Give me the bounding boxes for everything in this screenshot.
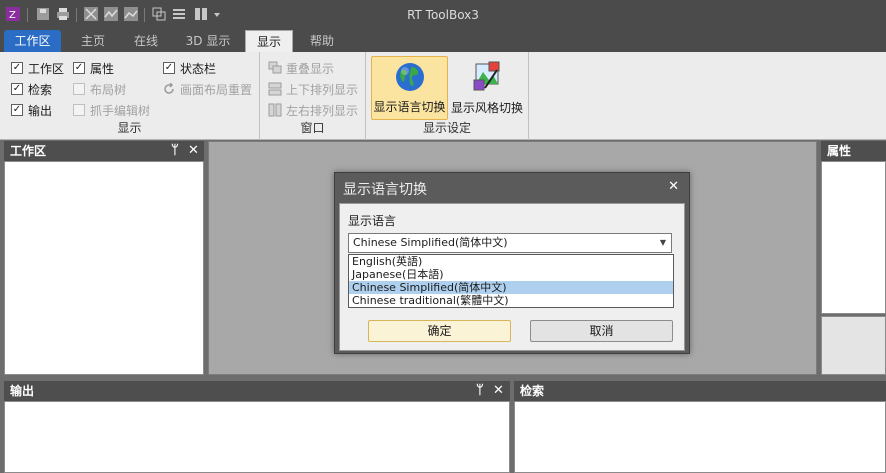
workspace-panel-title: 工作区: [10, 144, 47, 158]
tab-online[interactable]: 在线: [120, 30, 172, 52]
checkbox-statusbar[interactable]: ✓ 状态栏: [163, 60, 216, 76]
refresh-icon: [164, 83, 174, 94]
language-option-chinese-simplified[interactable]: Chinese Simplified(简体中文): [349, 281, 673, 294]
dialog-title: 显示语言切换: [343, 182, 427, 198]
ribbon-group-window: 重叠显示 上下排列显示 左右排列显示 窗口: [260, 52, 366, 140]
checkbox-gripper-tree[interactable]: 抓手编辑树: [73, 102, 150, 118]
ribbon: ✓ 工作区 ✓ 属性 ✓ 状态栏 ✓ 检索 布局树 画面布局重置 ✓ 输出 抓手编辑树 显…: [0, 52, 886, 140]
tile-vertical-icon: [268, 103, 282, 117]
language-label: 显示语言: [348, 214, 397, 228]
properties-panel-body[interactable]: [821, 161, 886, 314]
output-panel-header: 输出 ᛘ ✕: [4, 381, 510, 401]
tab-3d-display[interactable]: 3D 显示: [175, 30, 241, 52]
checkbox-workspace[interactable]: ✓ 工作区: [11, 60, 64, 76]
style-palette-icon: [473, 61, 500, 91]
properties-description-area: [821, 316, 886, 375]
checkbox-output[interactable]: ✓ 输出: [11, 102, 52, 118]
language-switch-button[interactable]: 显示语言切换: [371, 56, 448, 120]
language-select[interactable]: Chinese Simplified(简体中文) ▼: [348, 233, 672, 253]
group-label-display-settings: 显示设定: [422, 121, 471, 135]
dialog-body: 显示语言 Chinese Simplified(简体中文) ▼ English(…: [339, 203, 685, 351]
reset-layout-button[interactable]: 画面布局重置: [163, 81, 252, 97]
tile-horizontal-icon: [268, 82, 282, 96]
output-panel-title: 输出: [10, 384, 35, 398]
close-icon[interactable]: ✕: [188, 141, 199, 161]
globe-icon: [396, 63, 424, 91]
search-panel-body[interactable]: [514, 401, 886, 473]
workspace-panel-header: 工作区 ᛘ ✕: [4, 141, 204, 161]
check-icon: ✓: [163, 62, 175, 74]
ribbon-group-display-settings: 显示语言切换 显示风格切换 显示设定: [366, 52, 529, 140]
language-dropdown-list: English(英語) Japanese(日本語) Chinese Simpli…: [348, 254, 674, 308]
ok-button[interactable]: 确定: [368, 320, 511, 342]
style-switch-button[interactable]: 显示风格切换: [450, 56, 524, 120]
pin-icon[interactable]: ᛘ: [476, 381, 484, 401]
checkbox-properties[interactable]: ✓ 属性: [73, 60, 114, 76]
tab-workspace-file[interactable]: 工作区: [4, 30, 61, 52]
style-switch-label: 显示风格切换: [450, 101, 523, 115]
close-icon[interactable]: ✕: [668, 179, 679, 194]
output-panel-body[interactable]: [4, 401, 510, 473]
ribbon-group-display: ✓ 工作区 ✓ 属性 ✓ 状态栏 ✓ 检索 布局树 画面布局重置 ✓ 输出 抓手编辑树 显…: [0, 52, 260, 140]
language-option-english[interactable]: English(英語): [349, 255, 673, 268]
pin-icon[interactable]: ᛘ: [171, 141, 179, 161]
group-label-display: 显示: [117, 121, 142, 135]
search-panel-title: 检索: [520, 384, 545, 398]
search-panel-header: 检索: [514, 381, 886, 401]
title-bar: Z RT ToolBox3: [0, 0, 886, 30]
properties-panel-header: 属性: [821, 141, 886, 161]
checkbox-layout-tree[interactable]: 布局树: [73, 81, 126, 97]
check-icon: ✓: [11, 83, 23, 95]
window-title: RT ToolBox3: [407, 8, 479, 22]
properties-panel-title: 属性: [827, 144, 852, 158]
tile-vertical-button[interactable]: 左右排列显示: [268, 102, 358, 118]
check-icon: ✓: [73, 62, 85, 74]
check-icon: ✓: [11, 62, 23, 74]
group-label-window: 窗口: [300, 121, 325, 135]
chevron-down-icon[interactable]: ▼: [660, 234, 666, 252]
language-select-value: Chinese Simplified(简体中文): [353, 236, 508, 249]
tab-display[interactable]: 显示: [245, 30, 293, 52]
cancel-button[interactable]: 取消: [530, 320, 673, 342]
tile-horizontal-button[interactable]: 上下排列显示: [268, 81, 358, 97]
check-icon: ✓: [11, 104, 23, 116]
workspace-panel-body[interactable]: [4, 161, 204, 375]
tab-home[interactable]: 主页: [66, 30, 120, 52]
language-option-japanese[interactable]: Japanese(日本語): [349, 268, 673, 281]
cascade-button[interactable]: 重叠显示: [268, 60, 334, 76]
ribbon-tabs: 工作区 主页 在线 3D 显示 显示 帮助: [0, 30, 886, 52]
language-switch-label: 显示语言切换: [373, 100, 446, 114]
checkbox-search[interactable]: ✓ 检索: [11, 81, 52, 97]
close-icon[interactable]: ✕: [493, 381, 504, 401]
language-dialog: 显示语言切换 ✕ 显示语言 Chinese Simplified(简体中文) ▼…: [334, 172, 690, 354]
cascade-icon: [268, 61, 282, 74]
language-option-chinese-traditional[interactable]: Chinese traditional(繁體中文): [349, 294, 673, 307]
tab-help[interactable]: 帮助: [296, 30, 348, 52]
